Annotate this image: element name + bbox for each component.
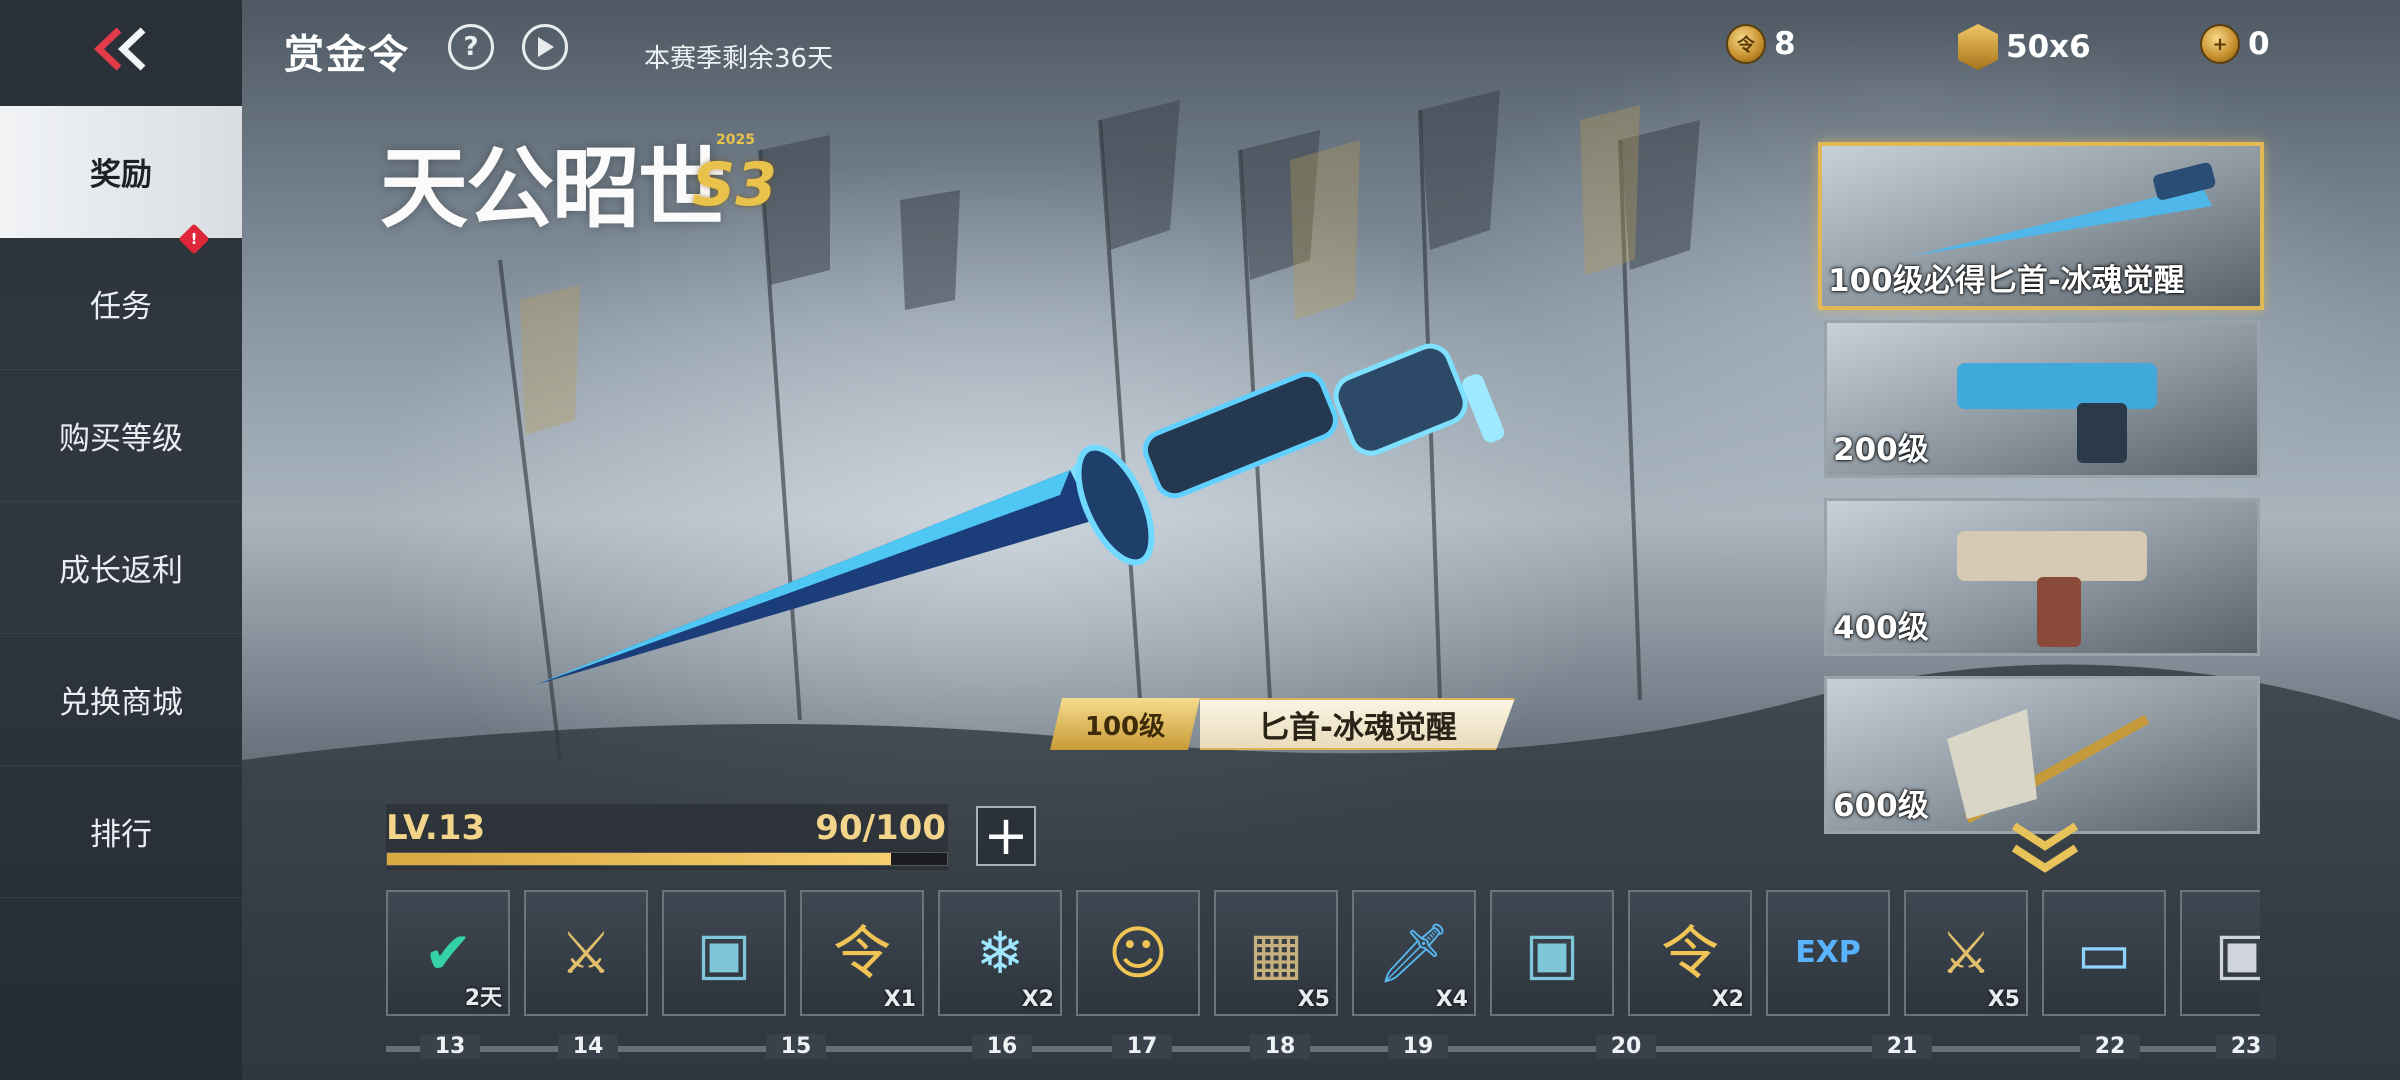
reward-quantity: X1 (883, 987, 916, 1012)
level-number: 23 (2216, 1034, 2276, 1059)
level-progress-text: 90/100 (815, 808, 946, 848)
reward-slot[interactable]: ❄ X2 (938, 890, 1062, 1016)
currency-medal[interactable]: 50x6 (1958, 24, 2091, 70)
season-logo-year: 2025 (716, 132, 755, 148)
currency-plus-coin[interactable]: + 0 (2200, 24, 2270, 64)
back-button[interactable] (0, 0, 242, 98)
preview-card-label: 200级 (1833, 432, 1929, 468)
reward-quantity: X5 (1987, 987, 2020, 1012)
sidebar-item-label: 任务 (90, 289, 152, 325)
level-number: 14 (558, 1034, 618, 1059)
reward-slot[interactable]: 令 X1 (800, 890, 924, 1016)
currency-value: 50x6 (2006, 29, 2091, 65)
level-number: 19 (1388, 1034, 1448, 1059)
level-number: 15 (766, 1034, 826, 1059)
featured-level: 100级 (1050, 698, 1200, 750)
reward-slot[interactable]: 令 X2 (1628, 890, 1752, 1016)
reward-slot[interactable]: ⚔ (524, 890, 648, 1016)
sidebar-item-tasks[interactable]: 任务 (0, 238, 242, 370)
gold-coin-icon: 令 (1726, 24, 1766, 64)
currency-value: 8 (1774, 26, 1796, 62)
buy-level-button[interactable]: + (976, 806, 1036, 866)
season-logo-number: S3 (692, 150, 777, 220)
sidebar: 奖励 任务 ! 购买等级 成长返利 兑换商城 排行 (0, 0, 242, 1080)
sidebar-item-label: 兑换商城 (59, 685, 183, 721)
question-icon[interactable]: ? (448, 24, 494, 70)
preview-card-label: 600级 (1833, 788, 1929, 824)
avatar-card-icon: ☺ (1107, 919, 1169, 987)
reward-strip: ✔ 2天 ⚔ ▣ 令 X1 ❄ X2 ☺ ▦ X5 🗡 X4 ▣ 令 X2 EXP ⚔ X5 ▭ ▣ (386, 890, 2260, 1020)
desert-camo-icon: ▦ (1248, 919, 1304, 987)
dagger-artwork (535, 343, 1505, 685)
reward-slot[interactable]: ☺ (1076, 890, 1200, 1016)
level-number: 16 (972, 1034, 1032, 1059)
level-progress-bar (386, 852, 948, 866)
supply-crate-icon: ▣ (1524, 919, 1580, 987)
exp-card-icon: EXP (1795, 935, 1861, 970)
preview-card-100[interactable]: 100级必得匕首-冰魂觉醒 (1818, 142, 2264, 310)
currency-gold-coin[interactable]: 令 8 (1726, 24, 1796, 64)
featured-reward-label: 100级 匕首-冰魂觉醒 (1050, 692, 1520, 756)
reward-slot[interactable]: ⚔ X5 (1904, 890, 2028, 1016)
weapon-card-icon: ▭ (2076, 919, 2132, 987)
supply-crate-icon: ▣ (696, 919, 752, 987)
gold-token-icon: 令 (832, 919, 891, 987)
back-chevrons-icon (93, 27, 146, 71)
snowflake-camo-icon: ❄ (975, 919, 1025, 987)
preview-card-600[interactable]: 600级 (1824, 676, 2260, 834)
season-logo: 天公昭世 (380, 136, 726, 240)
reward-slot[interactable]: ▣ (1490, 890, 1614, 1016)
level-track-line (386, 1046, 2260, 1052)
reward-slot[interactable]: 🗡 X4 (1352, 890, 1476, 1016)
scroll-down-chevrons-icon[interactable] (2010, 820, 2080, 876)
crossed-rifles-coin-icon: ⚔ (1940, 919, 1992, 987)
level-number: 21 (1872, 1034, 1932, 1059)
play-icon[interactable] (522, 24, 568, 70)
sidebar-item-ranking[interactable]: 排行 (0, 766, 242, 898)
sidebar-item-buy-levels[interactable]: 购买等级 (0, 370, 242, 502)
reward-slot[interactable]: ✔ 2天 (386, 890, 510, 1016)
level-number: 17 (1112, 1034, 1172, 1059)
level-number: 20 (1596, 1034, 1656, 1059)
sidebar-item-label: 购买等级 (59, 421, 183, 457)
reward-quantity: X5 (1297, 987, 1330, 1012)
notification-badge: ! (178, 223, 210, 255)
sidebar-item-rewards[interactable]: 奖励 (0, 106, 242, 238)
level-number: 22 (2080, 1034, 2140, 1059)
preview-card-400[interactable]: 400级 (1824, 498, 2260, 656)
preview-card-label: 400级 (1833, 610, 1929, 646)
sidebar-item-growth-rebate[interactable]: 成长返利 (0, 502, 242, 634)
reward-slot[interactable]: ▣ (2180, 890, 2260, 1016)
page-title: 赏金令 (284, 32, 410, 78)
level-progress-fill (387, 853, 891, 865)
claimed-check-icon: ✔ (423, 919, 473, 987)
reward-slot[interactable]: ▣ (662, 890, 786, 1016)
level-text: LV.13 (386, 808, 486, 848)
reward-quantity: X2 (1711, 987, 1744, 1012)
medal-icon (1958, 24, 1998, 70)
reward-slot[interactable]: EXP (1766, 890, 1890, 1016)
reward-slot[interactable]: ▭ (2042, 890, 2166, 1016)
plus-coin-icon: + (2200, 24, 2240, 64)
preview-card-label: 100级必得匕首-冰魂觉醒 (1828, 263, 2185, 299)
sidebar-item-label: 成长返利 (59, 553, 183, 589)
gold-token-icon: 令 (1660, 919, 1719, 987)
reward-quantity: X4 (1435, 987, 1468, 1012)
level-number: 18 (1250, 1034, 1310, 1059)
sidebar-item-exchange-store[interactable]: 兑换商城 (0, 634, 242, 766)
crossed-rifles-coin-icon: ⚔ (560, 919, 612, 987)
currency-value: 0 (2248, 26, 2270, 62)
season-remaining: 本赛季剩余36天 (644, 44, 834, 74)
claimed-crate-icon: ▣ (2214, 919, 2260, 987)
reward-slot[interactable]: ▦ X5 (1214, 890, 1338, 1016)
sidebar-item-label: 奖励 (90, 157, 152, 193)
reward-quantity: 2天 (464, 986, 502, 1011)
featured-name: 匕首-冰魂觉醒 (1200, 698, 1515, 750)
sidebar-item-label: 排行 (90, 817, 152, 853)
knife-icon: 🗡 (1377, 919, 1451, 987)
level-number: 13 (420, 1034, 480, 1059)
preview-card-200[interactable]: 200级 (1824, 320, 2260, 478)
reward-quantity: X2 (1021, 987, 1054, 1012)
